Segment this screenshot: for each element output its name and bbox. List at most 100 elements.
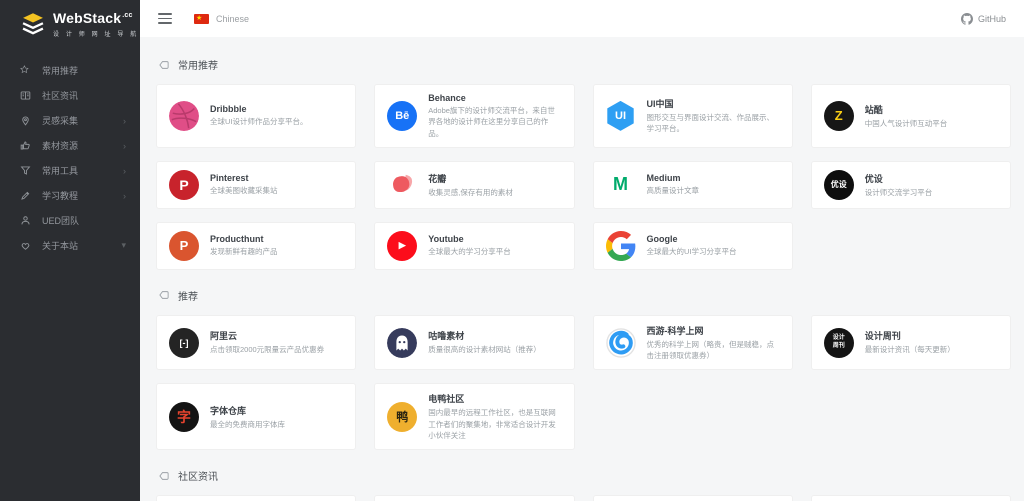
site-card[interactable]: [-] 阿里云 点击领取2000元限量云产品优惠券 xyxy=(156,314,357,371)
site-card[interactable]: 西游-科学上网 优秀的科学上网（略贵，但是贼稳，点击注册领取优惠券） xyxy=(592,314,793,371)
language-selector[interactable]: ★ Chinese xyxy=(194,13,249,24)
layers-logo-icon xyxy=(20,12,46,36)
site-card[interactable]: ▶ Youtube 全球最大的学习分享平台 xyxy=(374,221,575,270)
caret-down-icon: ▾ xyxy=(121,240,126,250)
card-desc: 设计师交流学习平台 xyxy=(864,187,933,197)
dribbble-icon xyxy=(169,100,199,131)
chevron-right-icon: › xyxy=(123,190,126,201)
sidebar-item-label: 学习教程 xyxy=(42,191,79,201)
card-title: 站酷 xyxy=(864,104,883,115)
card-body: 西游-科学上网 优秀的科学上网（略贵，但是贼稳，点击注册领取优惠券） xyxy=(647,324,780,362)
site-card[interactable]: 设计 周刊 设计周刊 最新设计资讯（每天更新） xyxy=(810,314,1011,371)
sidebar-item-label: 素材资源 xyxy=(42,141,79,151)
sidebar-item-1[interactable]: 常用推荐 xyxy=(0,58,140,83)
sidebar-item-8[interactable]: 关于本站 ▾ xyxy=(0,233,140,258)
brand[interactable]: WebStack.cc 设 计 师 网 址 导 航 xyxy=(0,0,140,38)
card-desc: 高质量设计文章 xyxy=(646,186,700,196)
card-title: Dribbble xyxy=(210,104,247,115)
site-card[interactable]: 猎云网互联网创业项目推荐和创业创新资讯 xyxy=(810,495,1011,501)
site-card[interactable]: 数英DIGITALING数英网数字媒体及职业招聘网站 xyxy=(592,495,793,501)
card-desc: 发现新鲜有趣的产品 xyxy=(210,247,278,257)
user-icon xyxy=(20,215,31,226)
card-desc: 优秀的科学上网（略贵，但是贼稳，点击注册领取优惠券） xyxy=(646,339,775,360)
site-card[interactable]: 字字体仓库 最全的免费商用字体库 xyxy=(156,383,357,450)
card-body: 设计周刊 最新设计资讯（每天更新） xyxy=(865,329,955,355)
news-icon xyxy=(20,90,31,101)
card-desc: 中国人气设计师互动平台 xyxy=(864,118,948,128)
section-title-label: 常用推荐 xyxy=(178,61,218,72)
card-title: 优设 xyxy=(864,173,883,184)
card-body: 电鸭社区 国内最早的远程工作社区，也是互联网工作者们的聚集地，非常适合设计开发小伙… xyxy=(428,392,561,441)
sidebar-item-label: 社区资讯 xyxy=(42,91,79,101)
chevron-right-icon: › xyxy=(123,140,126,151)
card-title: Medium xyxy=(646,173,681,184)
brand-name: WebStack.cc xyxy=(53,10,133,26)
font-store-icon: 字 xyxy=(169,401,199,432)
design-weekly-icon: 设计 周刊 xyxy=(823,327,854,358)
sidebar-item-label: 常用推荐 xyxy=(42,66,79,76)
site-card[interactable]: 36Kr36kr创业资讯、科技新闻 xyxy=(374,495,575,501)
site-card[interactable]: 咕噜素材 质量很高的设计素材网站（推荐） xyxy=(374,314,575,371)
card-body: Youtube 全球最大的学习分享平台 xyxy=(428,234,511,257)
card-title: 电鸭社区 xyxy=(428,394,465,405)
sidebar-item-6[interactable]: 学习教程 › xyxy=(0,183,140,208)
card-body: 站酷中国人气设计师互动平台 xyxy=(865,103,948,129)
sidebar-item-2[interactable]: 社区资讯 xyxy=(0,83,140,108)
sidebar-item-4[interactable]: 素材资源 › xyxy=(0,133,140,158)
card-desc: 质量很高的设计素材网站（推荐） xyxy=(428,345,541,355)
card-body: 花瓣 收集灵感,保存有用的素材 xyxy=(428,172,513,198)
brand-suffix: .cc xyxy=(122,12,133,20)
gulu-ghost-icon xyxy=(387,327,418,358)
site-card[interactable]: 鸭电鸭社区 国内最早的远程工作社区，也是互联网工作者们的聚集地，非常适合设计开发小… xyxy=(374,383,575,450)
section-title: 常用推荐 xyxy=(158,57,1011,72)
map-pin-icon xyxy=(20,115,31,126)
sidebar-item-3[interactable]: 灵感采集 › xyxy=(0,108,140,133)
card-title: Producthunt xyxy=(210,234,264,245)
github-link[interactable]: GitHub xyxy=(960,12,1006,25)
chevron-right-icon: › xyxy=(123,115,126,126)
card-body: Dribbble 全球UI设计师作品分享平台。 xyxy=(210,104,308,127)
section-2: 推荐 [-] 阿里云 点击领取2000元限量云产品优惠券 咕噜素材 质量很高的设计素材网站… xyxy=(156,288,1011,450)
card-body: 阿里云 点击领取2000元限量云产品优惠券 xyxy=(210,329,324,355)
site-card[interactable]: 优设 优设 设计师交流学习平台 xyxy=(810,160,1011,209)
sidebar-item-label: 关于本站 xyxy=(42,241,79,251)
card-title: Pinterest xyxy=(210,173,249,184)
card-desc: 全球最大的UI学习分享平台 xyxy=(646,247,737,257)
site-card[interactable]: Dribbble 全球UI设计师作品分享平台。 xyxy=(156,84,357,148)
site-card[interactable]: M Medium 高质量设计文章 xyxy=(592,160,793,209)
site-card[interactable]: UI UI中国 图形交互与界面设计交流、作品展示、学习平台。 xyxy=(592,84,793,148)
producthunt-icon: P xyxy=(169,230,199,261)
youtube-icon: ▶ xyxy=(387,230,418,261)
site-card[interactable]: P Pinterest 全球美图收藏采集站 xyxy=(156,160,357,209)
site-card[interactable]: ılP雷锋网人工智能和智能硬件领域的互联网科技媒体 xyxy=(156,495,357,501)
card-body: Medium 高质量设计文章 xyxy=(647,173,700,196)
card-title: UI中国 xyxy=(646,99,674,110)
site-card[interactable]: Bē Behance Adobe旗下的设计师交流平台，来自世界各地的设计师在这里分享… xyxy=(374,84,575,148)
sidebar-menu: 常用推荐 社区资讯 灵感采集 › 素材资源 › 常用工具 › 学习教程 › UED团队 关于本站 ▾ xyxy=(0,58,140,258)
card-body: UI中国 图形交互与界面设计交流、作品展示、学习平台。 xyxy=(647,97,780,135)
sidebar-item-7[interactable]: UED团队 xyxy=(0,208,140,233)
huaban-icon xyxy=(387,169,418,200)
site-card[interactable]: P Producthunt 发现新鲜有趣的产品 xyxy=(156,221,357,270)
site-card[interactable]: Google 全球最大的UI学习分享平台 xyxy=(592,221,793,270)
section-title: 社区资讯 xyxy=(158,468,1011,483)
site-card[interactable]: Z 站酷中国人气设计师互动平台 xyxy=(810,84,1011,148)
brand-tagline: 设 计 师 网 址 导 航 xyxy=(53,32,139,38)
card-body: Pinterest 全球美图收藏采集站 xyxy=(210,173,278,196)
card-body: 字体仓库 最全的免费商用字体库 xyxy=(210,404,285,430)
card-grid: Dribbble 全球UI设计师作品分享平台。 Bē Behance Adobe旗下的设… xyxy=(156,84,1011,270)
topbar: ★ Chinese GitHub xyxy=(140,0,1024,37)
tag-icon xyxy=(159,291,169,300)
card-title: 字体仓库 xyxy=(210,405,247,416)
chevron-right-icon: › xyxy=(123,165,126,176)
card-body: Google 全球最大的UI学习分享平台 xyxy=(647,234,737,257)
card-body: Behance Adobe旗下的设计师交流平台，来自世界各地的设计师在这里分享自己… xyxy=(428,93,561,139)
card-grid: ılP雷锋网人工智能和智能硬件领域的互联网科技媒体 36Kr36kr创业资讯、科技… xyxy=(156,495,1011,501)
hamburger-icon[interactable] xyxy=(158,13,172,24)
zcool-icon: Z xyxy=(823,100,854,131)
card-desc: 收集灵感,保存有用的素材 xyxy=(428,187,513,197)
sidebar-item-5[interactable]: 常用工具 › xyxy=(0,158,140,183)
section-3: 社区资讯 ılP雷锋网人工智能和智能硬件领域的互联网科技媒体 36Kr36kr创业资… xyxy=(156,468,1011,501)
china-flag-icon: ★ xyxy=(194,13,209,24)
site-card[interactable]: 花瓣 收集灵感,保存有用的素材 xyxy=(374,160,575,209)
